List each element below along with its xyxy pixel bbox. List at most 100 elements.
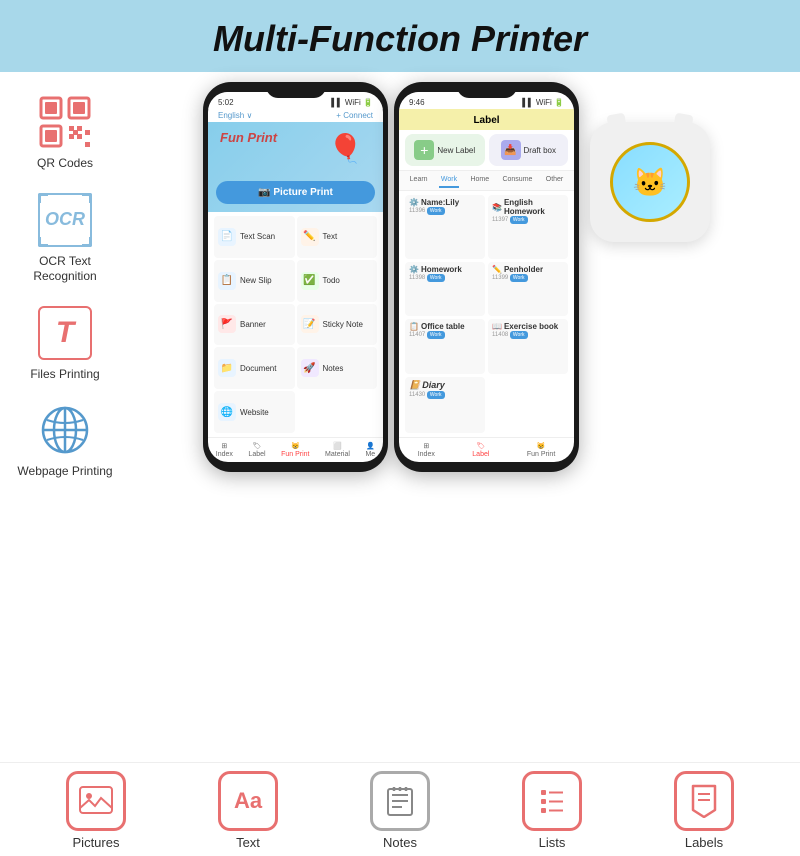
label-item-4[interactable]: 📋 Office table 11407 Work: [405, 319, 485, 374]
pictures-label: Pictures: [73, 835, 120, 850]
new-label-text: New Label: [437, 146, 475, 155]
nav-me[interactable]: 👤Me: [365, 442, 375, 458]
label-title-0: ⚙️ Name:Lily: [409, 198, 481, 207]
label-item-3[interactable]: ✏️ Penholder 11399 Work: [488, 262, 568, 317]
banner-icon: 🚩: [218, 315, 236, 333]
phone-1-screen: 5:02 ▌▌ WiFi 🔋 English ∨ + Connect Fun P…: [208, 92, 383, 462]
phone-1: 5:02 ▌▌ WiFi 🔋 English ∨ + Connect Fun P…: [203, 82, 388, 472]
document-label: Document: [240, 364, 276, 373]
printer-device: 🐱: [590, 122, 710, 242]
phone-1-menu: 📄 Text Scan ✏️ Text 📋 New Slip ✅ Todo: [208, 212, 383, 437]
todo-label: Todo: [323, 276, 340, 285]
bottom-feature-lists: Lists: [497, 771, 607, 850]
header: Multi-Function Printer: [0, 0, 800, 72]
p2-nav-fun-print[interactable]: 😸Fun Print: [527, 442, 555, 458]
pictures-icon: [66, 771, 126, 831]
text-label: Text: [323, 232, 338, 241]
label-item-1[interactable]: 📚 English Homework 11397 Work: [488, 195, 568, 259]
menu-notes[interactable]: 🚀 Notes: [297, 347, 378, 389]
feature-qr-codes: QR Codes: [35, 92, 95, 172]
text-scan-label: Text Scan: [240, 232, 275, 241]
phone-2: 9:46 ▌▌ WiFi 🔋 Label + New Label 📥 Draft…: [394, 82, 579, 472]
menu-sticky-note[interactable]: 📝 Sticky Note: [297, 304, 378, 346]
phone-2-bottom-nav: ⊞Index 🏷Label 😸Fun Print: [399, 437, 574, 462]
phone-1-notch: [266, 82, 326, 98]
label-meta-6: 11430 Work: [409, 392, 481, 398]
tab-work[interactable]: Work: [439, 173, 459, 188]
phone-1-time: 5:02: [218, 98, 234, 107]
phone-2-signal: ▌▌ WiFi 🔋: [522, 98, 564, 107]
text-icon: ✏️: [301, 228, 319, 246]
document-icon: 📁: [218, 359, 236, 377]
globe-icon: [35, 400, 95, 460]
notes-label: Notes: [383, 835, 417, 850]
phone-2-notch: [457, 82, 517, 98]
device-area: 🐱: [585, 82, 715, 242]
main-content: QR Codes OCR OCR Text Recognition T: [0, 72, 800, 762]
ocr-label: OCR Text Recognition: [10, 254, 120, 285]
draft-box-button[interactable]: 📥 Draft box: [489, 134, 569, 166]
label-title-2: ⚙️ Homework: [409, 265, 481, 274]
printer-inner: 🐱: [610, 142, 690, 222]
qr-codes-icon: [35, 92, 95, 152]
feature-files: T Files Printing: [30, 303, 99, 383]
label-title-4: 📋 Office table: [409, 322, 481, 331]
label-title-1: 📚 English Homework: [492, 198, 564, 216]
new-slip-label: New Slip: [240, 276, 272, 285]
phones-area: 5:02 ▌▌ WiFi 🔋 English ∨ + Connect Fun P…: [128, 82, 790, 752]
label-title-3: ✏️ Penholder: [492, 265, 564, 274]
bottom-feature-notes: Notes: [345, 771, 455, 850]
phone-1-hero-text: Fun Print: [220, 130, 277, 145]
nav-material[interactable]: ⬜Material: [325, 442, 350, 458]
tab-home[interactable]: Home: [468, 173, 491, 188]
label-item-2[interactable]: ⚙️ Homework 11398 Work: [405, 262, 485, 317]
nav-label[interactable]: 🏷Label: [248, 442, 265, 458]
labels-label: Labels: [685, 835, 723, 850]
files-icon: T: [35, 303, 95, 363]
nav-index[interactable]: ⊞Index: [216, 442, 233, 458]
website-label: Website: [240, 408, 269, 417]
label-item-6[interactable]: 📔 Diary 11430 Work: [405, 377, 485, 434]
menu-text[interactable]: ✏️ Text: [297, 216, 378, 258]
label-meta-3: 11399 Work: [492, 275, 564, 281]
tab-learn[interactable]: Learn: [408, 173, 430, 188]
label-meta-2: 11398 Work: [409, 275, 481, 281]
new-slip-icon: 📋: [218, 272, 236, 290]
menu-banner[interactable]: 🚩 Banner: [214, 304, 295, 346]
p2-nav-index[interactable]: ⊞Index: [418, 442, 435, 458]
menu-text-scan[interactable]: 📄 Text Scan: [214, 216, 295, 258]
phone-1-signal: ▌▌ WiFi 🔋: [331, 98, 373, 107]
picture-print-button[interactable]: 📷 Picture Print: [216, 181, 375, 204]
ocr-text: OCR: [45, 209, 85, 230]
qr-codes-label: QR Codes: [37, 156, 93, 172]
p2-nav-label[interactable]: 🏷Label: [472, 442, 489, 458]
lists-icon: [522, 771, 582, 831]
phone-1-language[interactable]: English ∨: [218, 111, 252, 120]
label-meta-4: 11407 Work: [409, 332, 481, 338]
menu-website[interactable]: 🌐 Website: [214, 391, 295, 433]
sticky-note-label: Sticky Note: [323, 320, 363, 329]
cat-ear-right: [672, 113, 693, 136]
phone-1-bottom-nav: ⊞Index 🏷Label 😸Fun Print ⬜Material 👤Me: [208, 437, 383, 462]
bottom-feature-text: Aa Text: [193, 771, 303, 850]
label-item-5[interactable]: 📖 Exercise book 11408 Work: [488, 319, 568, 374]
tab-consume[interactable]: Consume: [500, 173, 534, 188]
nav-fun-print[interactable]: 😸Fun Print: [281, 442, 309, 458]
menu-document[interactable]: 📁 Document: [214, 347, 295, 389]
cat-face-icon: 🐱: [633, 166, 668, 199]
phone-2-labels: ⚙️ Name:Lily 11396 Work 📚 English Homewo…: [399, 191, 574, 437]
balloon-icon: 🎈: [328, 132, 363, 165]
files-t-text: T: [56, 316, 74, 350]
tab-other[interactable]: Other: [544, 173, 566, 188]
phone-1-connect[interactable]: + Connect: [336, 111, 373, 120]
todo-icon: ✅: [301, 272, 319, 290]
new-label-button[interactable]: + New Label: [405, 134, 485, 166]
text-label: Text: [236, 835, 260, 850]
menu-new-slip[interactable]: 📋 New Slip: [214, 260, 295, 302]
website-icon: 🌐: [218, 403, 236, 421]
phone-2-time: 9:46: [409, 98, 425, 107]
feature-webpage: Webpage Printing: [17, 400, 112, 480]
menu-todo[interactable]: ✅ Todo: [297, 260, 378, 302]
label-meta-0: 11396 Work: [409, 208, 481, 214]
label-item-0[interactable]: ⚙️ Name:Lily 11396 Work: [405, 195, 485, 259]
